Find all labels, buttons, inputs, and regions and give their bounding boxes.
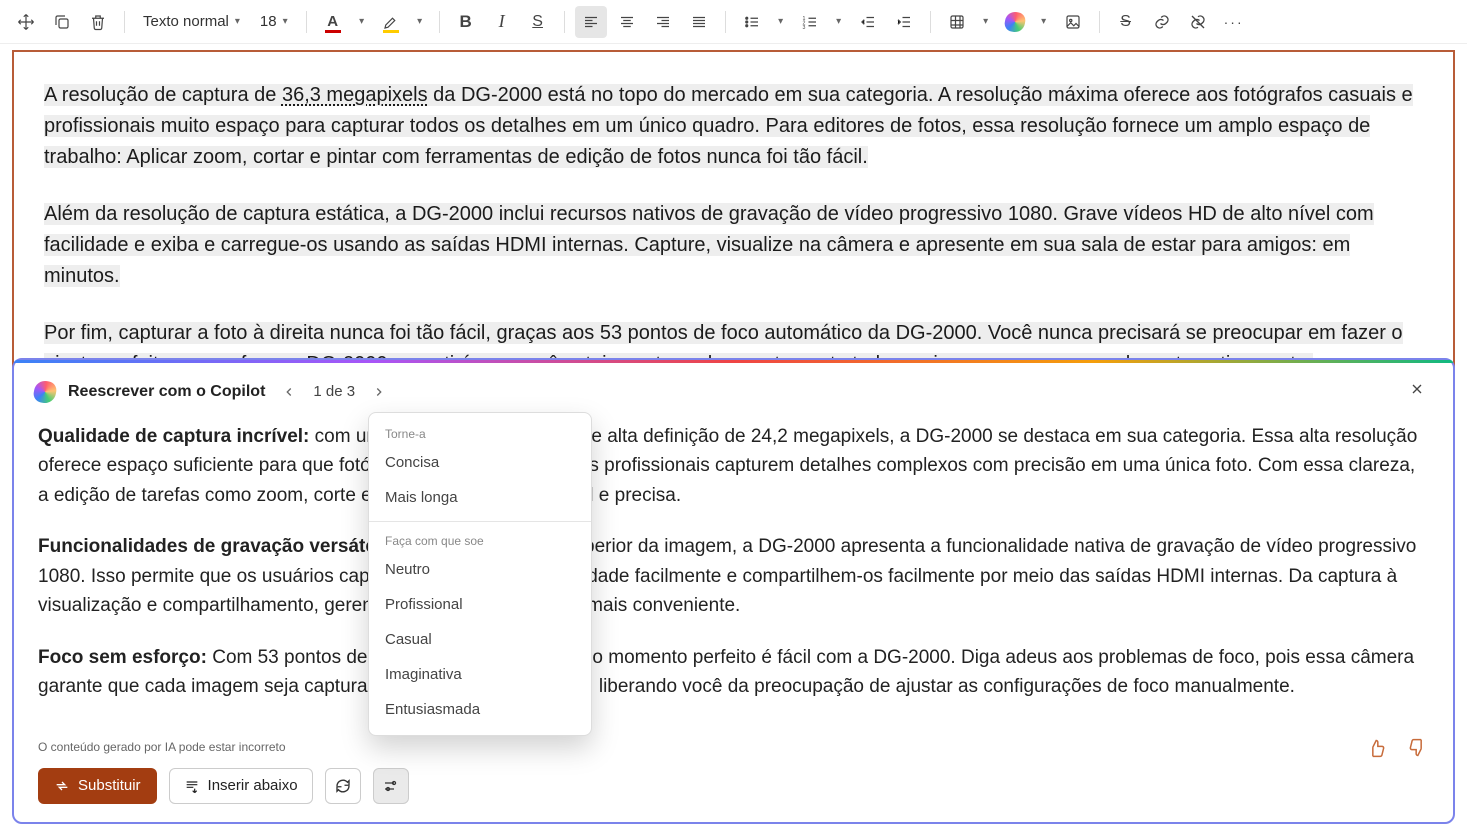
prev-suggestion-button[interactable] bbox=[277, 380, 301, 404]
tone-option-professional[interactable]: Profissional bbox=[369, 587, 591, 622]
tone-option-imaginative[interactable]: Imaginativa bbox=[369, 657, 591, 692]
underline-button[interactable]: S bbox=[522, 6, 554, 38]
strikethrough-button[interactable]: S bbox=[1110, 6, 1142, 38]
doc-paragraph-1: A resolução de captura de 36,3 megapixel… bbox=[44, 80, 1423, 173]
formatting-toolbar: Texto normal ▾ 18 ▾ A ▾ ▾ B I S ▾ 123 ▾ … bbox=[0, 0, 1467, 44]
align-left-button[interactable] bbox=[575, 6, 607, 38]
italic-button[interactable]: I bbox=[486, 6, 518, 38]
suggestion-section-2: Funcionalidades de gravação versáteis: a… bbox=[38, 532, 1429, 620]
delete-icon[interactable] bbox=[82, 6, 114, 38]
suggestion-counter: 1 de 3 bbox=[313, 383, 355, 400]
copilot-title: Reescrever com o Copilot bbox=[68, 383, 265, 401]
bullet-list-chevron[interactable]: ▾ bbox=[772, 6, 790, 38]
table-button[interactable] bbox=[941, 6, 973, 38]
table-chevron[interactable]: ▾ bbox=[977, 6, 995, 38]
align-justify-button[interactable] bbox=[683, 6, 715, 38]
megapixel-link[interactable]: 36,3 megapixels bbox=[282, 84, 428, 106]
tone-section-length: Torne-a bbox=[369, 421, 591, 445]
tone-option-enthusiastic[interactable]: Entusiasmada bbox=[369, 692, 591, 727]
copilot-suggestion-body: Qualidade de captura incrível: com uma r… bbox=[14, 414, 1453, 734]
chevron-down-icon: ▾ bbox=[283, 16, 288, 27]
menu-separator bbox=[369, 521, 591, 522]
tone-menu: Torne-a Concisa Mais longa Faça com que … bbox=[368, 412, 592, 736]
tone-option-neutral[interactable]: Neutro bbox=[369, 552, 591, 587]
align-center-button[interactable] bbox=[611, 6, 643, 38]
replace-button[interactable]: Substituir bbox=[38, 768, 157, 804]
link-button[interactable] bbox=[1146, 6, 1178, 38]
paragraph-style-dropdown[interactable]: Texto normal ▾ bbox=[135, 6, 248, 38]
bullet-list-button[interactable] bbox=[736, 6, 768, 38]
outdent-button[interactable] bbox=[852, 6, 884, 38]
tone-section-sound: Faça com que soe bbox=[369, 528, 591, 552]
tone-option-longer[interactable]: Mais longa bbox=[369, 480, 591, 515]
image-button[interactable] bbox=[1057, 6, 1089, 38]
document-selection[interactable]: A resolução de captura de 36,3 megapixel… bbox=[12, 50, 1455, 410]
font-color-button[interactable]: A bbox=[317, 6, 349, 38]
font-size-dropdown[interactable]: 18 ▾ bbox=[252, 6, 296, 38]
indent-button[interactable] bbox=[888, 6, 920, 38]
highlight-color-button[interactable] bbox=[375, 6, 407, 38]
move-icon[interactable] bbox=[10, 6, 42, 38]
ai-disclaimer: O conteúdo gerado por IA pode estar inco… bbox=[38, 740, 1429, 754]
svg-text:3: 3 bbox=[802, 24, 805, 30]
copilot-icon bbox=[32, 379, 57, 404]
numbered-list-chevron[interactable]: ▾ bbox=[830, 6, 848, 38]
tone-adjust-button[interactable] bbox=[373, 768, 409, 804]
unlink-button[interactable] bbox=[1182, 6, 1214, 38]
numbered-list-button[interactable]: 123 bbox=[794, 6, 826, 38]
copilot-actions: Substituir Inserir abaixo bbox=[38, 768, 1429, 804]
copilot-rewrite-panel: Reescrever com o Copilot 1 de 3 Qualidad… bbox=[12, 358, 1455, 824]
copilot-toolbar-button[interactable] bbox=[999, 6, 1031, 38]
thumbs-up-button[interactable] bbox=[1363, 734, 1391, 762]
suggestion-section-1: Qualidade de captura incrível: com uma r… bbox=[38, 422, 1429, 510]
regenerate-button[interactable] bbox=[325, 768, 361, 804]
highlight-chevron[interactable]: ▾ bbox=[411, 6, 429, 38]
copy-icon[interactable] bbox=[46, 6, 78, 38]
font-color-chevron[interactable]: ▾ bbox=[353, 6, 371, 38]
doc-paragraph-2: Além da resolução de captura estática, a… bbox=[44, 199, 1423, 292]
bold-button[interactable]: B bbox=[450, 6, 482, 38]
copilot-header: Reescrever com o Copilot 1 de 3 bbox=[14, 363, 1453, 414]
font-size-value: 18 bbox=[260, 13, 277, 30]
thumbs-down-button[interactable] bbox=[1403, 734, 1431, 762]
tone-option-concise[interactable]: Concisa bbox=[369, 445, 591, 480]
close-button[interactable] bbox=[1401, 377, 1433, 406]
align-right-button[interactable] bbox=[647, 6, 679, 38]
more-options-button[interactable]: ··· bbox=[1218, 6, 1250, 38]
paragraph-style-label: Texto normal bbox=[143, 13, 229, 30]
chevron-down-icon: ▾ bbox=[235, 16, 240, 27]
insert-below-button[interactable]: Inserir abaixo bbox=[169, 768, 313, 804]
copilot-chevron[interactable]: ▾ bbox=[1035, 6, 1053, 38]
tone-option-casual[interactable]: Casual bbox=[369, 622, 591, 657]
next-suggestion-button[interactable] bbox=[367, 380, 391, 404]
feedback-controls bbox=[1363, 734, 1431, 762]
suggestion-section-3: Foco sem esforço: Com 53 pontos de foco … bbox=[38, 643, 1429, 702]
